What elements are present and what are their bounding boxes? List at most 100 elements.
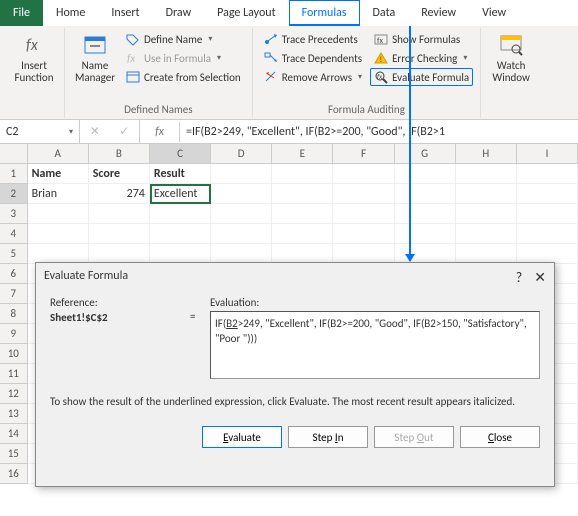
tab-file[interactable]: File — [0, 0, 43, 26]
cell[interactable]: 274 — [89, 184, 150, 204]
cell[interactable] — [395, 204, 456, 224]
cell[interactable] — [333, 224, 394, 244]
row-header[interactable]: 14 — [0, 424, 28, 444]
col-header-f[interactable]: F — [333, 144, 394, 164]
cell[interactable] — [89, 224, 150, 244]
cell[interactable] — [456, 204, 517, 224]
cell[interactable] — [211, 204, 272, 224]
insert-function-button[interactable]: fx Insert Function — [9, 28, 59, 88]
cell[interactable] — [150, 244, 211, 264]
row-header[interactable]: 5 — [0, 244, 28, 264]
col-header-i[interactable]: I — [517, 144, 578, 164]
tab-formulas[interactable]: Formulas — [289, 0, 360, 26]
col-header-e[interactable]: E — [272, 144, 333, 164]
row-header[interactable]: 11 — [0, 364, 28, 384]
name-box[interactable]: C2▾ — [0, 120, 80, 144]
name-manager-button[interactable]: Name Manager — [70, 28, 120, 88]
cell[interactable] — [272, 224, 333, 244]
row-header[interactable]: 1 — [0, 164, 28, 184]
remove-arrows-button[interactable]: Remove Arrows▾ — [260, 68, 366, 86]
fx-icon[interactable]: fx — [140, 122, 180, 142]
row-header[interactable]: 12 — [0, 384, 28, 404]
cell[interactable] — [211, 224, 272, 244]
cell[interactable]: Brian — [28, 184, 89, 204]
help-icon[interactable]: ? — [516, 269, 523, 286]
error-checking-button[interactable]: ! Error Checking▾ — [370, 49, 473, 67]
tab-page-layout[interactable]: Page Layout — [204, 0, 288, 26]
step-in-button[interactable]: Step In — [288, 426, 368, 448]
tab-draw[interactable]: Draw — [153, 0, 205, 26]
create-from-selection-button[interactable]: Create from Selection — [122, 68, 245, 86]
row-header[interactable]: 8 — [0, 304, 28, 324]
cell[interactable]: Name — [28, 164, 89, 184]
cell[interactable] — [211, 164, 272, 184]
col-header-g[interactable]: G — [395, 144, 456, 164]
col-header-h[interactable]: H — [456, 144, 517, 164]
cell[interactable] — [333, 204, 394, 224]
cell[interactable] — [456, 184, 517, 204]
define-name-button[interactable]: Define Name▾ — [122, 30, 245, 48]
cell[interactable] — [395, 244, 456, 264]
close-icon[interactable]: ✕ — [534, 269, 546, 286]
cell[interactable]: Result — [150, 164, 211, 184]
row-header[interactable]: 2 — [0, 184, 28, 204]
cell[interactable] — [517, 244, 578, 264]
row-header[interactable]: 7 — [0, 284, 28, 304]
cell[interactable] — [150, 224, 211, 244]
cell[interactable] — [456, 224, 517, 244]
cell[interactable] — [517, 204, 578, 224]
trace-precedents-button[interactable]: Trace Precedents — [260, 30, 366, 48]
row-header[interactable]: 6 — [0, 264, 28, 284]
cell[interactable] — [333, 184, 394, 204]
cell[interactable] — [211, 184, 272, 204]
show-formulas-button[interactable]: fx Show Formulas — [370, 30, 473, 48]
tab-review[interactable]: Review — [408, 0, 469, 26]
cell[interactable]: Score — [89, 164, 150, 184]
evaluate-button[interactable]: Evaluate — [202, 426, 282, 448]
tab-data[interactable]: Data — [360, 0, 409, 26]
cell[interactable] — [272, 244, 333, 264]
select-all-corner[interactable] — [0, 144, 28, 164]
cell[interactable] — [333, 164, 394, 184]
col-header-b[interactable]: B — [89, 144, 150, 164]
col-header-d[interactable]: D — [211, 144, 272, 164]
evaluate-formula-button[interactable]: fx Evaluate Formula — [370, 68, 473, 86]
cell[interactable] — [395, 164, 456, 184]
cell[interactable] — [150, 204, 211, 224]
cell[interactable] — [333, 244, 394, 264]
row-header[interactable]: 16 — [0, 464, 28, 484]
cell[interactable] — [517, 164, 578, 184]
row-header[interactable]: 3 — [0, 204, 28, 224]
close-button[interactable]: Close — [460, 426, 540, 448]
cell[interactable] — [456, 164, 517, 184]
cell[interactable] — [211, 244, 272, 264]
cell[interactable] — [456, 244, 517, 264]
cell[interactable] — [517, 184, 578, 204]
cell[interactable] — [517, 224, 578, 244]
col-header-c[interactable]: C — [150, 144, 211, 164]
tab-home[interactable]: Home — [43, 0, 98, 26]
cell[interactable] — [272, 184, 333, 204]
row-header[interactable]: 15 — [0, 444, 28, 464]
row-header[interactable]: 10 — [0, 344, 28, 364]
cell[interactable] — [89, 204, 150, 224]
formula-bar[interactable]: =IF(B2>249, "Excellent", IF(B2>=200, "Go… — [180, 122, 578, 142]
tab-insert[interactable]: Insert — [98, 0, 152, 26]
cell[interactable] — [272, 164, 333, 184]
watch-window-button[interactable]: Watch Window — [486, 28, 536, 88]
cell[interactable] — [395, 224, 456, 244]
cell[interactable] — [28, 204, 89, 224]
cell[interactable] — [28, 224, 89, 244]
cell[interactable] — [395, 184, 456, 204]
cell[interactable] — [28, 244, 89, 264]
cell[interactable] — [89, 244, 150, 264]
cell[interactable]: Excellent — [150, 184, 211, 204]
row-header[interactable]: 13 — [0, 404, 28, 424]
cell[interactable] — [272, 204, 333, 224]
tab-view[interactable]: View — [469, 0, 519, 26]
row-header[interactable]: 9 — [0, 324, 28, 344]
trace-dependents-button[interactable]: Trace Dependents — [260, 49, 366, 67]
chevron-down-icon: ▾ — [208, 34, 212, 44]
col-header-a[interactable]: A — [28, 144, 89, 164]
row-header[interactable]: 4 — [0, 224, 28, 244]
